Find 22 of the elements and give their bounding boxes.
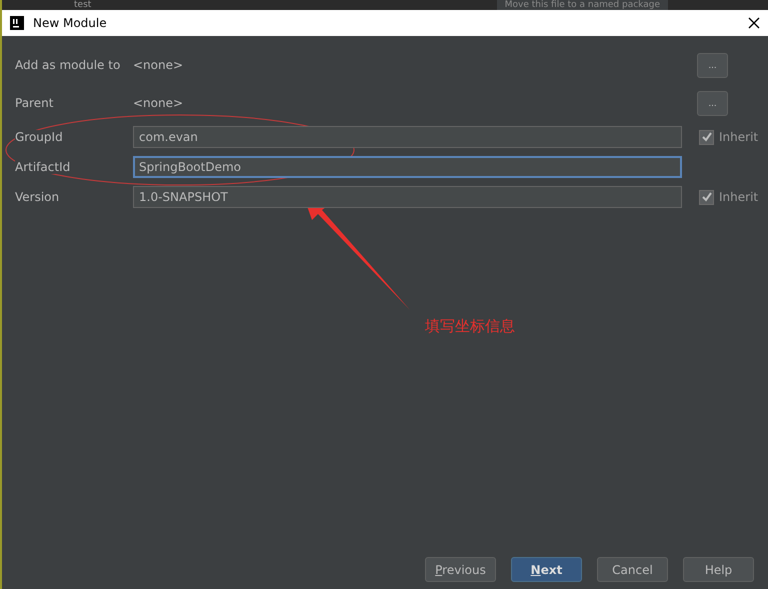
field-label: Version	[15, 190, 60, 204]
field-label: Parent	[15, 96, 54, 110]
dialog-button[interactable]: Cancel	[597, 557, 668, 582]
browse-button[interactable]: ...	[697, 90, 728, 116]
checkbox-label: Inherit	[719, 130, 758, 144]
hint-text: Move this file to a named package	[496, 0, 668, 10]
field-label: Add as module to	[15, 58, 120, 72]
text-field[interactable]: SpringBootDemo	[133, 156, 682, 178]
tree-item: test	[74, 0, 92, 10]
dialog-button[interactable]: Help	[683, 557, 754, 582]
dialog-button[interactable]: Previous	[425, 557, 496, 582]
dialog-button[interactable]: Next	[511, 557, 582, 582]
browse-button[interactable]: ...	[697, 52, 728, 78]
checkbox-label: Inherit	[719, 190, 758, 204]
field-label: GroupId	[15, 130, 63, 144]
text-field[interactable]: com.evan	[133, 126, 682, 148]
annotation-text: 填写坐标信息	[425, 317, 515, 336]
text-field[interactable]: 1.0-SNAPSHOT	[133, 186, 682, 208]
window-title: New Module	[33, 16, 107, 30]
field-value: <none>	[133, 96, 184, 110]
field-value: <none>	[133, 58, 184, 72]
field-label: ArtifactId	[15, 160, 70, 174]
